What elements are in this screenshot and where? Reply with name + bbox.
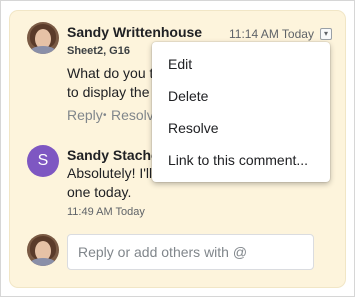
reply-link[interactable]: Reply [67,107,103,123]
menu-item-link[interactable]: Link to this comment... [168,152,308,168]
comment-text-line-2: to display the [67,84,150,100]
comment-author-name: Sandy Writtenhouse [67,24,203,40]
comment-menu-button[interactable]: ▾ [320,28,332,40]
menu-item-edit[interactable]: Edit [168,56,192,72]
author-avatar-initial: S [27,145,59,177]
comment-timestamp: 11:49 AM Today [67,206,145,218]
comment-cell-reference: Sheet2, G16 [67,45,130,57]
current-user-avatar [27,234,59,266]
menu-item-resolve[interactable]: Resolve [168,120,219,136]
reply-placeholder: Reply or add others with @ [78,244,248,260]
comment-context-menu: Edit Delete Resolve Link to this comment… [152,42,330,182]
action-separator: • [103,110,107,121]
comment-timestamp: 11:14 AM Today [229,27,314,41]
menu-item-delete[interactable]: Delete [168,88,208,104]
comment-text-line-2: one today. [67,184,132,200]
comment-text-line-1: Absolutely! I'll [67,165,153,181]
author-avatar [27,22,59,54]
comment-text-line-1: What do you t [67,65,154,81]
comment-author-name: Sandy Stache [67,147,159,163]
reply-input[interactable]: Reply or add others with @ [67,234,314,270]
